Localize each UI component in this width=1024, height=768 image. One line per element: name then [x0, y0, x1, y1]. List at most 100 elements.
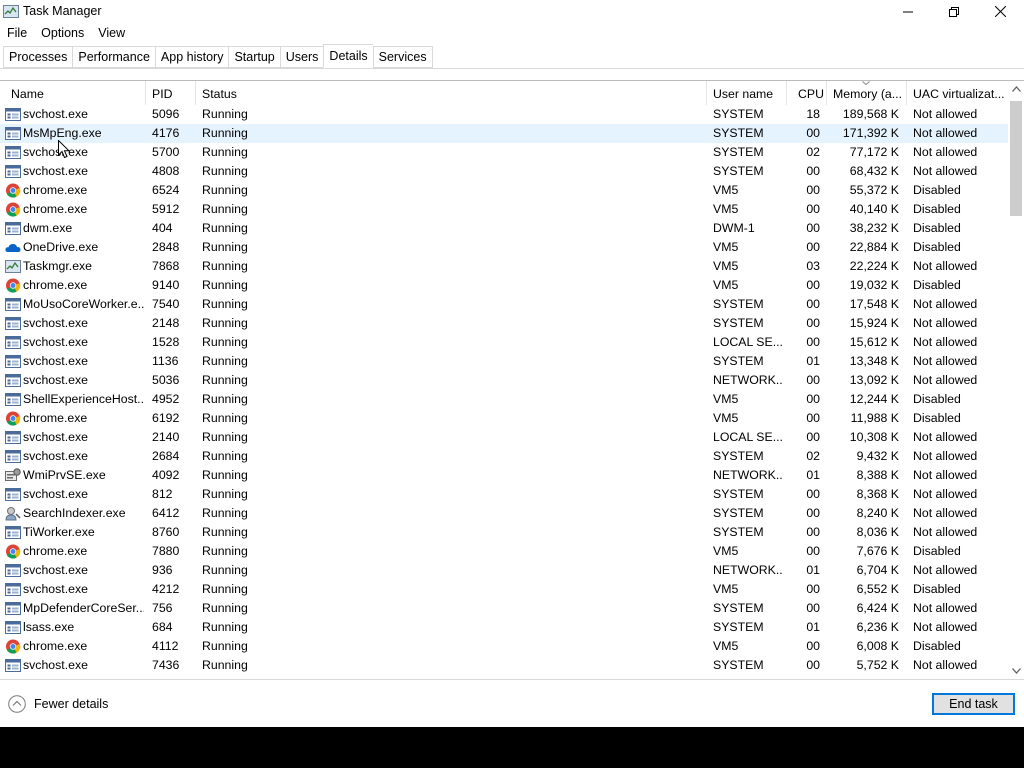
table-row[interactable]: svchost.exe 1528 Running LOCAL SE... 00 15,61… — [0, 333, 1008, 352]
title-bar[interactable]: Task Manager — [0, 0, 1024, 23]
process-memory: 55,372 K — [849, 183, 899, 197]
process-status: Running — [202, 354, 248, 368]
process-cpu: 00 — [806, 392, 820, 406]
details-table: Name PID Status User name CPU Memory (a.… — [0, 80, 1024, 680]
table-row[interactable]: svchost.exe 5036 Running NETWORK... 00 13,092… — [0, 371, 1008, 390]
table-row[interactable]: svchost.exe 812 Running SYSTEM 00 8,368 K Not … — [0, 485, 1008, 504]
process-pid: 4092 — [152, 468, 180, 482]
process-uac: Not allowed — [913, 316, 978, 330]
tab-processes[interactable]: Processes — [3, 46, 73, 68]
process-user-name: LOCAL SE... — [713, 430, 783, 444]
column-header-uac[interactable]: UAC virtualizat... — [907, 81, 1008, 105]
process-memory: 6,424 K — [856, 601, 899, 615]
table-row[interactable]: svchost.exe 4808 Running SYSTEM 00 68,432 K No… — [0, 162, 1008, 181]
chevron-up-circle-icon[interactable] — [8, 695, 26, 713]
close-button[interactable] — [977, 0, 1023, 23]
table-row[interactable]: chrome.exe 7880 Running VM5 00 7,676 K Disable… — [0, 542, 1008, 561]
table-row[interactable]: SearchIndexer.exe 6412 Running SYSTEM 00 8,24… — [0, 504, 1008, 523]
menu-options[interactable]: Options — [34, 23, 91, 43]
restore-button[interactable] — [931, 0, 977, 23]
process-uac: Not allowed — [913, 468, 978, 482]
table-row[interactable]: svchost.exe 5700 Running SYSTEM 02 77,172 K No… — [0, 143, 1008, 162]
process-cpu: 00 — [806, 316, 820, 330]
table-row[interactable]: MpDefenderCoreSer... 756 Running SYSTEM 00 6,… — [0, 599, 1008, 618]
process-user-name: VM5 — [713, 544, 739, 558]
fewer-details-link[interactable]: Fewer details — [34, 697, 108, 711]
table-row[interactable]: svchost.exe 2140 Running LOCAL SE... 00 10,30… — [0, 428, 1008, 447]
process-memory: 189,568 K — [842, 107, 899, 121]
tab-performance[interactable]: Performance — [72, 46, 155, 68]
process-icon — [5, 583, 21, 596]
process-icon — [5, 393, 21, 406]
process-memory: 5,752 K — [856, 658, 899, 672]
process-user-name: SYSTEM — [713, 126, 764, 140]
table-row[interactable]: ShellExperienceHost.... 4952 Running VM5 00 1… — [0, 390, 1008, 409]
tab-app-history[interactable]: App history — [154, 46, 229, 68]
process-memory: 22,224 K — [849, 259, 899, 273]
table-row[interactable]: TiWorker.exe 8760 Running SYSTEM 00 8,036 K No… — [0, 523, 1008, 542]
table-row[interactable]: chrome.exe 6192 Running VM5 00 11,988 K Disabl… — [0, 409, 1008, 428]
process-name: chrome.exe — [23, 639, 88, 653]
minimize-button[interactable] — [885, 0, 931, 23]
tab-users[interactable]: Users — [279, 46, 324, 68]
process-user-name: SYSTEM — [713, 525, 764, 539]
process-pid: 7880 — [152, 544, 180, 558]
column-header-name[interactable]: Name — [5, 81, 146, 105]
process-uac: Not allowed — [913, 658, 978, 672]
table-row[interactable]: dwm.exe 404 Running DWM-1 00 38,232 K Disabled — [0, 219, 1008, 238]
tab-details[interactable]: Details — [323, 44, 373, 68]
process-pid: 2684 — [152, 449, 180, 463]
scroll-up-button[interactable] — [1008, 81, 1024, 97]
table-row[interactable]: svchost.exe 4212 Running VM5 00 6,552 K Disabl… — [0, 580, 1008, 599]
process-name: SearchIndexer.exe — [23, 506, 126, 520]
process-cpu: 00 — [806, 202, 820, 216]
column-header-cpu[interactable]: CPU — [787, 81, 827, 105]
vertical-scrollbar[interactable] — [1008, 81, 1024, 679]
table-row[interactable]: OneDrive.exe 2848 Running VM5 00 22,884 K Disa… — [0, 238, 1008, 257]
process-cpu: 00 — [806, 411, 820, 425]
process-name: svchost.exe — [23, 658, 88, 672]
table-row[interactable]: MsMpEng.exe 4176 Running SYSTEM 00 171,392 K N… — [0, 124, 1008, 143]
chrome-icon — [6, 278, 21, 293]
scrollbar-thumb[interactable] — [1010, 101, 1022, 216]
process-pid: 7868 — [152, 259, 180, 273]
table-row[interactable]: chrome.exe 4112 Running VM5 00 6,008 K Disable… — [0, 637, 1008, 656]
table-row[interactable]: chrome.exe 5912 Running VM5 00 40,140 K Disabl… — [0, 200, 1008, 219]
process-pid: 7436 — [152, 658, 180, 672]
menu-view[interactable]: View — [91, 23, 132, 43]
table-row[interactable]: chrome.exe 9140 Running VM5 00 19,032 K Disabl… — [0, 276, 1008, 295]
table-row[interactable]: svchost.exe 5096 Running SYSTEM 18 189,568 K N… — [0, 105, 1008, 124]
table-row[interactable]: svchost.exe 1136 Running SYSTEM 01 13,348 K No… — [0, 352, 1008, 371]
table-row[interactable]: chrome.exe 6524 Running VM5 00 55,372 K Disabl… — [0, 181, 1008, 200]
search-indexer-icon — [5, 507, 21, 521]
menu-file[interactable]: File — [0, 23, 34, 43]
process-pid: 6192 — [152, 411, 180, 425]
table-row[interactable]: lsass.exe 684 Running SYSTEM 01 6,236 K Not al… — [0, 618, 1008, 637]
process-pid: 756 — [152, 601, 173, 615]
table-row[interactable]: Taskmgr.exe 7868 Running VM5 03 22,224 K Not a… — [0, 257, 1008, 276]
table-row[interactable]: svchost.exe 7436 Running SYSTEM 00 5,752 K Not… — [0, 656, 1008, 675]
process-user-name: NETWORK... — [713, 563, 783, 577]
scroll-down-button[interactable] — [1008, 663, 1024, 679]
tab-startup[interactable]: Startup — [228, 46, 280, 68]
process-cpu: 01 — [806, 468, 820, 482]
process-uac: Disabled — [913, 544, 961, 558]
process-memory: 171,392 K — [842, 126, 899, 140]
column-header-user-name[interactable]: User name — [707, 81, 787, 105]
column-header-pid[interactable]: PID — [146, 81, 196, 105]
tab-services[interactable]: Services — [372, 46, 433, 68]
table-row[interactable]: svchost.exe 936 Running NETWORK... 01 6,704 K… — [0, 561, 1008, 580]
table-row[interactable]: MoUsoCoreWorker.e... 7540 Running SYSTEM 00 1… — [0, 295, 1008, 314]
table-row[interactable]: svchost.exe 2684 Running SYSTEM 02 9,432 K Not… — [0, 447, 1008, 466]
end-task-button[interactable]: End task — [932, 693, 1015, 715]
table-row[interactable]: WmiPrvSE.exe 4092 Running NETWORK... 01 8,388… — [0, 466, 1008, 485]
process-user-name: SYSTEM — [713, 354, 764, 368]
column-header-status[interactable]: Status — [196, 81, 707, 105]
tab-divider — [0, 68, 1024, 69]
tab-strip: Processes Performance App history Startu… — [3, 44, 433, 68]
process-user-name: NETWORK... — [713, 373, 783, 387]
process-memory: 68,432 K — [849, 164, 899, 178]
process-name: svchost.exe — [23, 582, 88, 596]
process-icon — [5, 146, 21, 159]
table-row[interactable]: svchost.exe 2148 Running SYSTEM 00 15,924 K No… — [0, 314, 1008, 333]
